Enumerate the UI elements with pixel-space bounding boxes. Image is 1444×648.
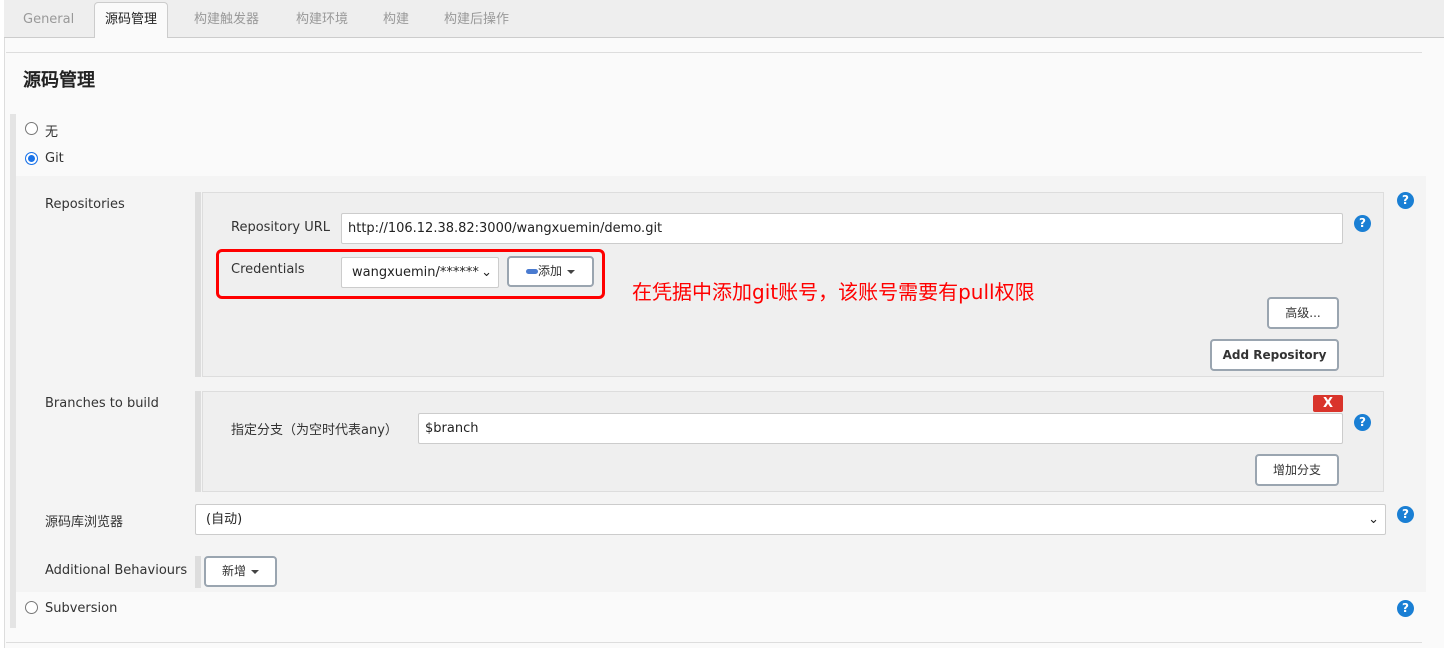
help-icon[interactable]: ? bbox=[1354, 414, 1371, 431]
annotation-text: 在凭据中添加git账号，该账号需要有pull权限 bbox=[632, 280, 1035, 304]
tab-post-build[interactable]: 构建后操作 bbox=[444, 0, 509, 38]
page-title: 源码管理 bbox=[23, 70, 95, 91]
radio-git-label: Git bbox=[45, 151, 64, 166]
branch-spec-label: 指定分支（为空时代表any） bbox=[231, 423, 398, 438]
help-icon[interactable]: ? bbox=[1354, 215, 1371, 232]
branch-spec-input[interactable]: $branch bbox=[418, 413, 1343, 444]
credentials-select[interactable]: wangxuemin/****** ⌄ bbox=[341, 257, 499, 288]
behaviours-label: Additional Behaviours bbox=[45, 563, 188, 578]
tab-general[interactable]: General bbox=[23, 0, 74, 38]
credentials-label: Credentials bbox=[231, 262, 305, 277]
behaviours-bar bbox=[195, 556, 201, 588]
radio-svn[interactable] bbox=[25, 601, 38, 614]
repo-url-input[interactable]: http://106.12.38.82:3000/wangxuemin/demo… bbox=[341, 213, 1343, 244]
add-credentials-button[interactable]: 添加 bbox=[507, 256, 594, 287]
radio-git[interactable] bbox=[25, 152, 38, 165]
caret-down-icon bbox=[251, 569, 259, 574]
browser-select[interactable]: (自动) ⌄ bbox=[195, 504, 1386, 535]
help-icon[interactable]: ? bbox=[1397, 192, 1414, 209]
tab-scm[interactable]: 源码管理 bbox=[94, 2, 169, 39]
chevron-down-icon: ⌄ bbox=[1368, 512, 1379, 527]
divider bbox=[6, 52, 1422, 53]
caret-down-icon bbox=[567, 269, 575, 274]
add-repository-button[interactable]: Add Repository bbox=[1210, 339, 1339, 371]
radio-none-label: 无 bbox=[45, 125, 59, 140]
new-label: 新增 bbox=[221, 564, 246, 578]
advanced-button[interactable]: 高级... bbox=[1267, 297, 1339, 329]
tab-environment[interactable]: 构建环境 bbox=[296, 0, 348, 38]
help-icon[interactable]: ? bbox=[1397, 600, 1414, 617]
repo-url-label: Repository URL bbox=[231, 220, 331, 235]
credentials-value: wangxuemin/****** bbox=[352, 265, 479, 280]
branches-label: Branches to build bbox=[45, 396, 159, 411]
tab-build[interactable]: 构建 bbox=[383, 0, 409, 38]
repositories-label: Repositories bbox=[45, 197, 125, 212]
key-icon bbox=[525, 269, 538, 274]
tab-triggers[interactable]: 构建触发器 bbox=[194, 0, 259, 38]
help-icon[interactable]: ? bbox=[1397, 506, 1414, 523]
branch-bar bbox=[195, 391, 201, 492]
tab-bar: General 源码管理 构建触发器 构建环境 构建 构建后操作 bbox=[4, 0, 1444, 39]
add-label: 添加 bbox=[537, 264, 562, 278]
chevron-down-icon: ⌄ bbox=[481, 265, 492, 280]
browser-label: 源码库浏览器 bbox=[45, 515, 124, 530]
new-behaviour-button[interactable]: 新增 bbox=[204, 556, 277, 587]
add-branch-button[interactable]: 增加分支 bbox=[1255, 454, 1339, 486]
radio-none[interactable] bbox=[25, 122, 38, 135]
browser-value: (自动) bbox=[206, 512, 243, 527]
divider bbox=[6, 642, 1422, 643]
repo-bar bbox=[195, 192, 201, 377]
delete-branch-button[interactable]: X bbox=[1313, 395, 1343, 412]
radio-svn-label: Subversion bbox=[45, 601, 118, 616]
